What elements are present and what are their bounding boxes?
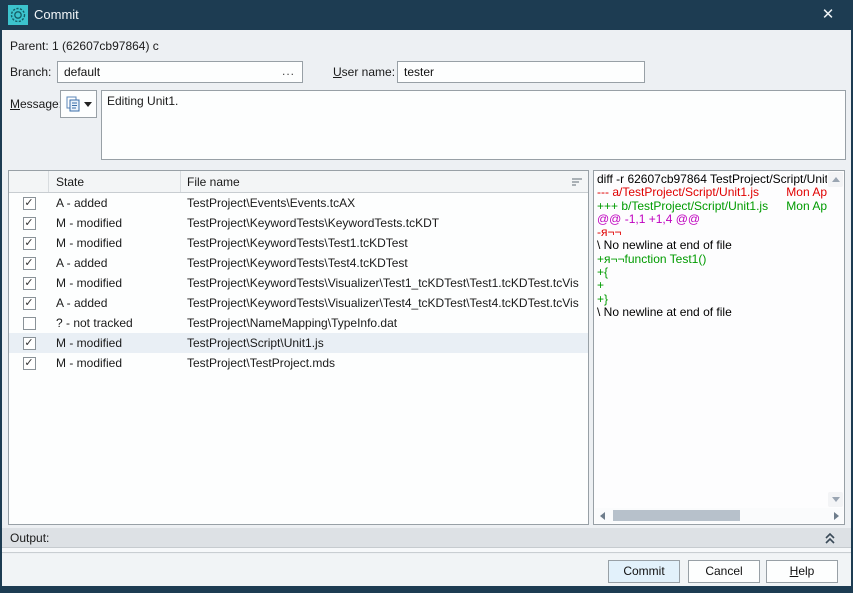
diff-line: +	[597, 279, 827, 292]
app-icon	[8, 5, 28, 25]
file-row[interactable]: M - modifiedTestProject\Script\Unit1.js	[9, 333, 588, 353]
header-state-column[interactable]: State	[49, 171, 181, 192]
diff-panel: diff -r 62607cb97864 TestProject/Script/…	[593, 170, 845, 525]
collapse-output-icon[interactable]	[823, 531, 837, 545]
file-table-header: State File name	[9, 171, 588, 193]
scroll-left-icon[interactable]	[595, 508, 609, 523]
dropdown-arrow-icon	[84, 102, 92, 107]
file-name: TestProject\Events\Events.tcAX	[181, 196, 588, 210]
file-row[interactable]: A - addedTestProject\KeywordTests\Visual…	[9, 293, 588, 313]
file-list-panel: State File name A - addedTestProject\Eve…	[8, 170, 589, 525]
diff-horizontal-scrollbar[interactable]	[595, 508, 843, 523]
paste-icon	[66, 96, 81, 112]
file-state: A - added	[49, 296, 181, 310]
diff-vertical-scrollbar[interactable]	[828, 172, 843, 507]
header-filename-column[interactable]: File name	[181, 171, 588, 192]
diff-line: \ No newline at end of file	[597, 239, 827, 252]
file-state: M - modified	[49, 336, 181, 350]
file-state: ? - not tracked	[49, 316, 181, 330]
button-bar: Commit Cancel Help	[2, 554, 851, 586]
file-checkbox[interactable]	[23, 337, 36, 350]
branch-value: default	[64, 65, 100, 79]
branch-combo[interactable]: default ...	[57, 61, 303, 83]
diff-line: --- a/TestProject/Script/Unit1.jsMon Ap	[597, 186, 827, 199]
file-state: A - added	[49, 256, 181, 270]
file-checkbox[interactable]	[23, 297, 36, 310]
message-history-button[interactable]	[60, 90, 97, 118]
column-menu-icon[interactable]	[570, 175, 584, 189]
file-checkbox[interactable]	[23, 217, 36, 230]
diff-line: -я¬¬	[597, 226, 827, 239]
diff-line-timestamp: Mon Ap	[786, 186, 827, 199]
diff-text: diff -r 62607cb97864 TestProject/Script/…	[597, 173, 827, 506]
file-state: M - modified	[49, 236, 181, 250]
diff-line-timestamp: Mon Ap	[786, 200, 827, 213]
diff-line: +++ b/TestProject/Script/Unit1.jsMon Ap	[597, 200, 827, 213]
file-checkbox[interactable]	[23, 357, 36, 370]
file-name: TestProject\KeywordTests\Visualizer\Test…	[181, 296, 588, 310]
diff-line: \ No newline at end of file	[597, 306, 827, 319]
scroll-up-icon[interactable]	[828, 172, 843, 187]
scroll-right-icon[interactable]	[829, 508, 843, 523]
file-checkbox[interactable]	[23, 277, 36, 290]
file-row[interactable]: M - modifiedTestProject\KeywordTests\Vis…	[9, 273, 588, 293]
window-title: Commit	[34, 7, 79, 22]
file-checkbox[interactable]	[23, 237, 36, 250]
commit-dialog: Commit ✕ Parent: 1 (62607cb97864) c Bran…	[0, 0, 853, 593]
title-bar: Commit ✕	[0, 0, 853, 30]
commit-message-input[interactable]: Editing Unit1.	[101, 90, 846, 160]
branch-more-button[interactable]: ...	[282, 64, 295, 78]
file-state: A - added	[49, 196, 181, 210]
scroll-down-icon[interactable]	[828, 492, 843, 507]
file-name: TestProject\KeywordTests\Test4.tcKDTest	[181, 256, 588, 270]
file-row[interactable]: A - addedTestProject\Events\Events.tcAX	[9, 193, 588, 213]
file-state: M - modified	[49, 216, 181, 230]
file-row[interactable]: A - addedTestProject\KeywordTests\Test4.…	[9, 253, 588, 273]
cancel-button[interactable]: Cancel	[688, 560, 760, 583]
user-name-label: User name:	[333, 65, 395, 79]
file-name: TestProject\TestProject.mds	[181, 356, 588, 370]
file-state: M - modified	[49, 356, 181, 370]
file-rows: A - addedTestProject\Events\Events.tcAXM…	[9, 193, 588, 373]
close-icon[interactable]: ✕	[813, 3, 843, 27]
parent-value: 1 (62607cb97864) c	[52, 39, 159, 53]
diff-line: +я¬¬function Test1()	[597, 253, 827, 266]
file-name: TestProject\NameMapping\TypeInfo.dat	[181, 316, 588, 330]
commit-button[interactable]: Commit	[608, 560, 680, 583]
header-checkbox-column[interactable]	[9, 171, 49, 192]
diff-line: +}	[597, 293, 827, 306]
user-name-input[interactable]: tester	[397, 61, 645, 83]
help-button[interactable]: Help	[766, 560, 838, 583]
branch-label: Branch:	[10, 65, 51, 79]
message-label: Message:	[10, 97, 62, 111]
file-name: TestProject\KeywordTests\Visualizer\Test…	[181, 276, 588, 290]
diff-line: @@ -1,1 +1,4 @@	[597, 213, 827, 226]
file-row[interactable]: M - modifiedTestProject\TestProject.mds	[9, 353, 588, 373]
output-log	[2, 548, 851, 553]
diff-line: diff -r 62607cb97864 TestProject/Script/…	[597, 173, 827, 186]
file-checkbox[interactable]	[23, 197, 36, 210]
parent-label: Parent: 1 (62607cb97864) c	[10, 39, 159, 53]
file-checkbox[interactable]	[23, 257, 36, 270]
file-row[interactable]: ? - not trackedTestProject\NameMapping\T…	[9, 313, 588, 333]
user-name-value: tester	[404, 65, 434, 79]
file-row[interactable]: M - modifiedTestProject\KeywordTests\Tes…	[9, 233, 588, 253]
file-checkbox[interactable]	[23, 317, 36, 330]
output-bar: Output:	[2, 528, 851, 548]
horizontal-scroll-thumb[interactable]	[613, 510, 740, 521]
file-name: TestProject\KeywordTests\KeywordTests.tc…	[181, 216, 588, 230]
diff-line: +{	[597, 266, 827, 279]
file-name: TestProject\Script\Unit1.js	[181, 336, 588, 350]
file-state: M - modified	[49, 276, 181, 290]
output-label: Output:	[10, 531, 49, 545]
file-row[interactable]: M - modifiedTestProject\KeywordTests\Key…	[9, 213, 588, 233]
file-name: TestProject\KeywordTests\Test1.tcKDTest	[181, 236, 588, 250]
